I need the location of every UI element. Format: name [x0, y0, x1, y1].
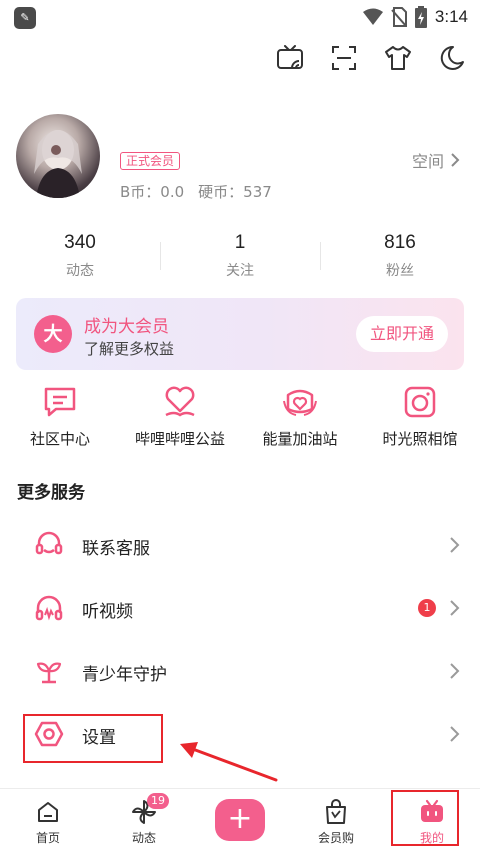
theme-shirt-icon[interactable]: [384, 44, 412, 72]
stat-dynamics[interactable]: 340 动态: [0, 230, 160, 286]
mine-tab-highlight-box: [391, 790, 459, 846]
sprout-icon: [34, 656, 64, 686]
tab-label: 动态: [131, 831, 156, 845]
quick-label: 哔哩哔哩公益: [134, 430, 225, 448]
quick-label: 时光照相馆: [382, 430, 458, 448]
energy-station-icon: [282, 384, 318, 420]
vip-banner[interactable]: 大 成为大会员 了解更多权益 立即开通: [16, 298, 464, 370]
service-customer-support[interactable]: 联系客服: [0, 514, 480, 577]
stat-value: 1: [234, 232, 246, 253]
stats-row: 340 动态 1 关注 816 粉丝: [0, 230, 480, 286]
tab-label: 会员购: [317, 831, 354, 845]
chevron-right-icon: [450, 726, 460, 742]
headset-icon: [34, 530, 64, 560]
quick-actions: 社区中心 哔哩哔哩公益 能量加油站 时光照相馆: [0, 384, 480, 454]
divider: [320, 242, 321, 270]
vip-subtitle: 了解更多权益: [84, 340, 175, 358]
chevron-right-icon: [450, 537, 460, 553]
top-toolbar: [276, 44, 466, 72]
chevron-right-icon: [450, 600, 460, 616]
notification-app-icon: ✎: [14, 7, 36, 29]
vip-open-button[interactable]: 立即开通: [356, 316, 448, 352]
divider: [160, 242, 161, 270]
space-link-label: 空间: [411, 152, 444, 171]
service-label: 联系客服: [82, 539, 150, 559]
member-badge: 正式会员: [120, 152, 181, 170]
chevron-right-icon: [451, 153, 460, 167]
service-listen-video[interactable]: 听视频 1: [0, 577, 480, 640]
heart-hand-icon: [162, 384, 198, 420]
quick-photo-studio[interactable]: 时光照相馆: [360, 384, 480, 454]
tab-label: 首页: [35, 831, 60, 845]
shopping-bag-icon: [323, 799, 349, 825]
battery-icon: [414, 6, 427, 28]
community-chat-icon: [42, 384, 78, 420]
chevron-right-icon: [450, 663, 460, 679]
service-label: 青少年守护: [82, 665, 167, 685]
b-coin-label: B币：0.0: [120, 183, 185, 201]
tab-home[interactable]: 首页: [0, 789, 96, 853]
service-youth-protection[interactable]: 青少年守护: [0, 640, 480, 703]
publish-plus-button[interactable]: +: [215, 799, 265, 841]
quick-energy-station[interactable]: 能量加油站: [240, 384, 360, 454]
tab-publish[interactable]: +: [192, 789, 288, 853]
stat-fans[interactable]: 816 粉丝: [320, 230, 480, 286]
stat-value: 340: [64, 232, 96, 253]
camera-icon: [402, 384, 438, 420]
status-bar: ✎ 3:14: [0, 0, 480, 34]
space-link[interactable]: 空间: [412, 148, 460, 172]
stat-value: 816: [384, 232, 416, 253]
headphones-icon: [34, 593, 64, 623]
quick-charity[interactable]: 哔哩哔哩公益: [120, 384, 240, 454]
stat-label: 动态: [66, 263, 94, 279]
vip-logo-icon: 大: [34, 315, 72, 353]
service-label: 听视频: [82, 602, 133, 622]
quick-label: 能量加油站: [262, 430, 338, 448]
scan-icon[interactable]: [330, 44, 358, 72]
quick-label: 社区中心: [29, 430, 90, 448]
coin-info: B币：0.0 硬币：537: [120, 181, 272, 202]
home-icon: [35, 799, 61, 825]
cast-icon[interactable]: [276, 44, 304, 72]
notification-badge: 1: [418, 599, 436, 617]
stat-following[interactable]: 1 关注: [160, 230, 320, 286]
annotation-arrow-icon: [180, 742, 278, 782]
settings-highlight-box: [23, 714, 163, 763]
no-sim-icon: [391, 7, 407, 27]
more-services-title: 更多服务: [17, 483, 85, 503]
tab-badge: 19: [147, 793, 169, 809]
tab-dynamics[interactable]: 19 动态: [96, 789, 192, 853]
quick-community-center[interactable]: 社区中心: [0, 384, 120, 454]
vip-title: 成为大会员: [84, 317, 169, 337]
status-indicators: 3:14: [362, 6, 468, 28]
avatar[interactable]: [16, 114, 100, 198]
stat-label: 粉丝: [386, 263, 414, 279]
wifi-icon: [362, 8, 383, 25]
coin-label: 硬币：537: [198, 183, 272, 201]
tab-vip-shop[interactable]: 会员购: [288, 789, 384, 853]
night-mode-icon[interactable]: [438, 44, 466, 72]
stat-label: 关注: [226, 263, 254, 279]
status-time: 3:14: [434, 7, 468, 26]
